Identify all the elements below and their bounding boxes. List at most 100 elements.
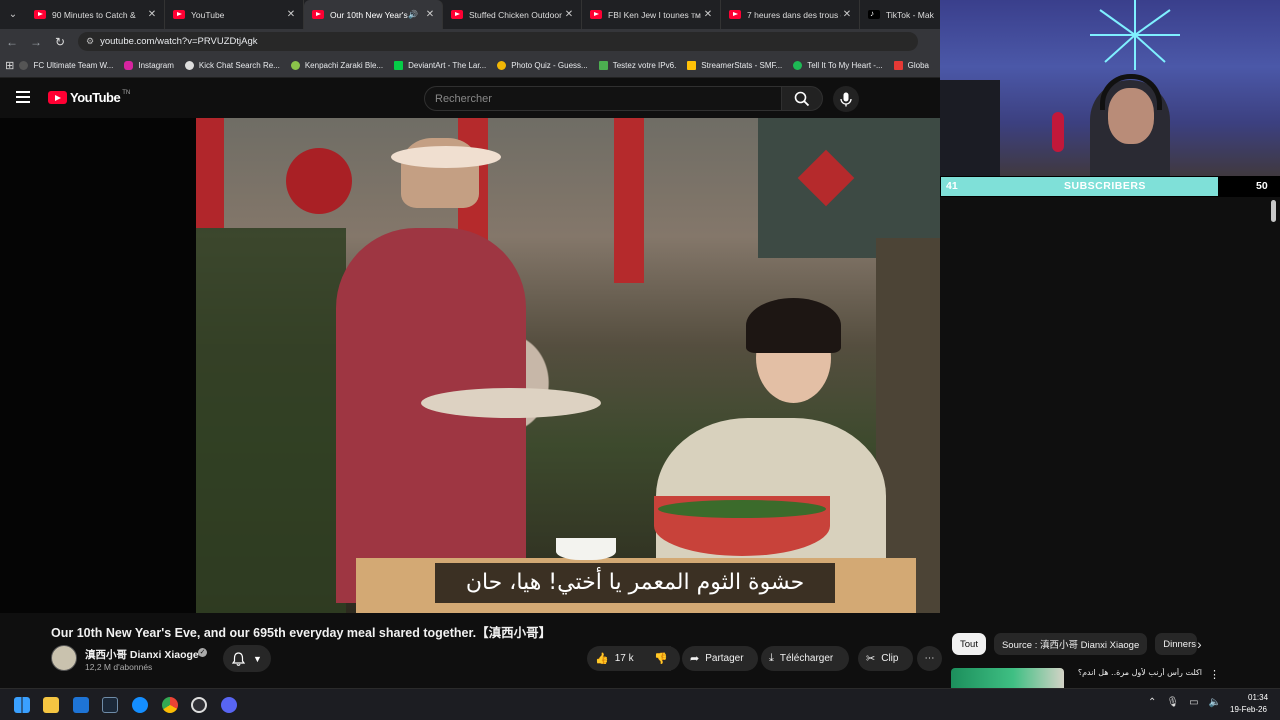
recommended-video-thumbnail[interactable]: [951, 668, 1064, 688]
bookmark-favicon-icon: [19, 61, 29, 70]
browser-tab[interactable]: 90 Minutes to Catch & ✕: [26, 0, 165, 29]
steam-icon[interactable]: [102, 697, 118, 713]
microphone-prop: [1052, 112, 1064, 152]
bookmark-item[interactable]: StreamerStats - SMF...: [687, 61, 782, 70]
url-text: youtube.com/watch?v=PRVUZDtjAgk: [100, 36, 258, 47]
close-icon[interactable]: ✕: [424, 9, 436, 20]
voice-search-button[interactable]: [833, 86, 859, 112]
bookmark-item[interactable]: Tell It To My Heart -...: [793, 61, 883, 70]
youtube-icon: [590, 10, 602, 19]
bookmark-favicon-icon: [687, 61, 697, 70]
search-input[interactable]: Rechercher: [424, 86, 782, 111]
browser-tab-active[interactable]: Our 10th New Year's E 🔊 ✕: [304, 0, 443, 29]
chrome-icon[interactable]: [162, 697, 178, 713]
display-icon[interactable]: ▭: [1189, 697, 1198, 708]
youtube-logo[interactable]: YouTube TN: [48, 90, 130, 105]
bookmark-favicon-icon: [290, 61, 300, 70]
bookmark-item[interactable]: Photo Quiz - Guess...: [497, 61, 588, 70]
more-vertical-icon[interactable]: ⋮: [1209, 668, 1220, 681]
windows-start-icon[interactable]: [14, 697, 30, 713]
youtube-icon: [729, 10, 741, 19]
video-player[interactable]: [0, 118, 940, 613]
more-actions-button[interactable]: ⋯: [917, 646, 942, 671]
apps-grid-icon[interactable]: ⊞: [0, 59, 19, 72]
bookmark-item[interactable]: Instagram: [124, 61, 174, 70]
notification-bell-button[interactable]: ▼: [223, 645, 271, 672]
bookmark-favicon-icon: [497, 61, 507, 70]
close-icon[interactable]: ✕: [702, 9, 714, 20]
spotify-icon: [793, 61, 803, 70]
bell-icon: [232, 651, 246, 666]
browser-toolbar: ← → ↻ ⚙ youtube.com/watch?v=PRVUZDtjAgk: [0, 29, 940, 54]
hamburger-menu-icon[interactable]: [16, 91, 30, 103]
filter-chips: Tout Source : 滇西小哥 Dianxi Xiaoge Dinners: [952, 633, 1198, 655]
browser-tab[interactable]: FBI Ken Jew I tounes ᴛᴍ ✕: [582, 0, 721, 29]
thumbs-up-icon: 👍: [595, 653, 609, 665]
forward-arrow-icon[interactable]: →: [24, 35, 48, 49]
close-icon[interactable]: ✕: [285, 9, 297, 20]
bookmark-favicon-icon: [893, 61, 903, 70]
instagram-icon: [124, 61, 134, 70]
webcam-overlay: [940, 0, 1280, 176]
clock-date[interactable]: 19-Feb-26: [1230, 705, 1267, 714]
channel-name[interactable]: 滇西小哥 Dianxi Xiaoge: [85, 647, 199, 662]
reload-icon[interactable]: ↻: [48, 35, 72, 49]
tab-title: TikTok - Make Yo: [886, 9, 934, 20]
video-frame: [196, 118, 940, 613]
subscriber-count: 12,2 M d'abonnés: [85, 662, 153, 672]
tab-title: YouTube: [191, 9, 225, 20]
address-bar[interactable]: ⚙ youtube.com/watch?v=PRVUZDtjAgk: [78, 32, 918, 51]
close-icon[interactable]: ✕: [563, 9, 575, 20]
chip-source[interactable]: Source : 滇西小哥 Dianxi Xiaoge: [993, 633, 1148, 655]
dislike-button[interactable]: 👎: [642, 646, 680, 671]
channel-avatar[interactable]: [51, 645, 77, 671]
speaker-icon[interactable]: 🔊: [408, 10, 418, 19]
chevron-down-icon: ▼: [253, 653, 262, 664]
tab-title: Stuffed Chicken Outdoor: [469, 9, 562, 20]
site-info-icon[interactable]: ⚙: [86, 36, 94, 47]
bookmark-favicon-icon: [184, 61, 194, 70]
bookmark-item[interactable]: Kenpachi Zaraki Ble...: [290, 61, 383, 70]
chevron-up-icon[interactable]: ⌃: [1148, 697, 1156, 708]
bookmark-item[interactable]: DeviantArt - The Lar...: [394, 61, 486, 70]
clip-button[interactable]: ✂ Clip: [858, 646, 913, 671]
sidebar-panel: [940, 197, 1280, 687]
microphone-icon[interactable]: 🎙: [1166, 697, 1179, 708]
bookmark-item[interactable]: Testez votre IPv6.: [598, 61, 676, 70]
outlook-icon[interactable]: [73, 697, 89, 713]
scrollbar-thumb[interactable]: [1271, 200, 1276, 222]
search-button[interactable]: [781, 86, 823, 111]
tiktok-icon: [868, 9, 880, 19]
speaker-icon[interactable]: 🔈: [1209, 697, 1221, 708]
scissors-icon: ✂: [866, 653, 876, 665]
browser-tab[interactable]: 7 heures dans des trous d ✕: [721, 0, 860, 29]
bookmark-item[interactable]: FC Ultimate Team W...: [19, 61, 113, 70]
chip-dinners[interactable]: Dinners: [1155, 633, 1198, 655]
browser-tab[interactable]: TikTok - Make Yo: [860, 0, 940, 29]
recommended-video-title[interactable]: اكلت رأس أرنب لأول مرة.. هل اندم؟: [1072, 668, 1202, 677]
bookmark-item[interactable]: Kick Chat Search Re...: [184, 61, 280, 70]
neon-star-light: [1090, 0, 1180, 70]
close-icon[interactable]: ✕: [146, 9, 158, 20]
sub-goal-current: 41: [946, 180, 958, 192]
bookmark-item[interactable]: Globa: [893, 61, 929, 70]
obs-icon[interactable]: [191, 697, 207, 713]
share-button[interactable]: ➦ Partager: [682, 646, 758, 671]
sub-goal-target: 50: [1256, 180, 1268, 192]
microphone-icon: [840, 92, 852, 106]
discord-icon[interactable]: [221, 697, 237, 713]
download-button[interactable]: ⤓ Télécharger: [761, 646, 849, 671]
battlenet-icon[interactable]: [132, 697, 148, 713]
browser-tab[interactable]: YouTube ✕: [165, 0, 304, 29]
back-arrow-icon[interactable]: ←: [0, 35, 24, 49]
chevron-right-icon[interactable]: ›: [1197, 636, 1202, 652]
video-title: Our 10th New Year's Eve, and our 695th e…: [51, 626, 552, 640]
file-explorer-icon[interactable]: [43, 697, 59, 713]
tab-title: 90 Minutes to Catch &: [52, 9, 136, 20]
tab-search-button[interactable]: ⌄: [0, 0, 26, 29]
close-icon[interactable]: ✕: [841, 9, 853, 20]
chip-all[interactable]: Tout: [952, 633, 986, 655]
clock-time[interactable]: 01:34: [1248, 693, 1268, 702]
tab-title: FBI Ken Jew I tounes ᴛᴍ: [608, 9, 701, 20]
browser-tab[interactable]: Stuffed Chicken Outdoor ✕: [443, 0, 582, 29]
